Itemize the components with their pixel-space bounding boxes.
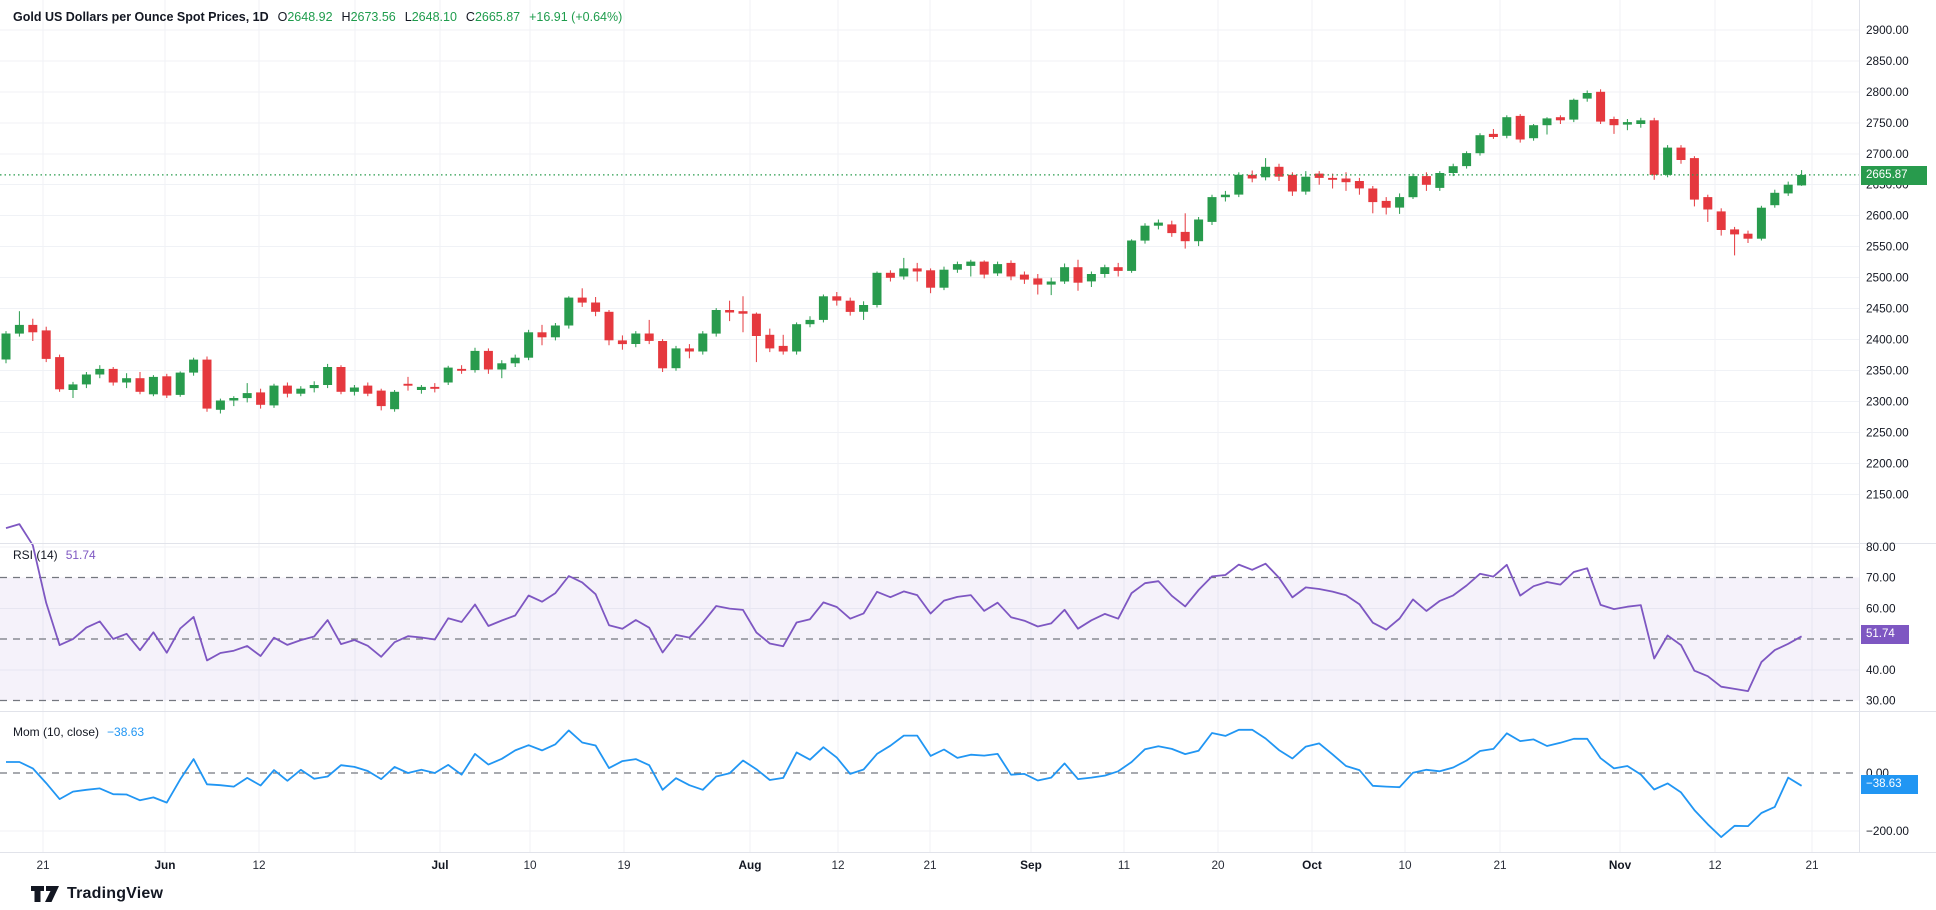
chart-canvas[interactable]: 2900.002850.002800.002750.002700.002650.… (0, 0, 1936, 910)
momentum-indicator-legend[interactable]: Mom (10, close) −38.63 (13, 725, 144, 740)
tradingview-logo-icon (30, 884, 60, 904)
price-axis[interactable] (1860, 0, 1936, 852)
momentum-line (6, 730, 1802, 837)
ohlc-low: L2648.10 (405, 9, 457, 25)
ohlc-high: H2673.56 (342, 9, 396, 25)
momentum-label: Mom (10, close) (13, 725, 99, 740)
rsi-label: RSI (14) (13, 548, 58, 563)
ohlc-open: O2648.92 (278, 9, 333, 25)
chart-window: 2900.002850.002800.002750.002700.002650.… (0, 0, 1936, 910)
pane-separators (0, 0, 1936, 853)
time-axis[interactable] (0, 852, 1936, 874)
rsi-indicator-legend[interactable]: RSI (14) 51.74 (13, 548, 96, 563)
symbol-title: Gold US Dollars per Ounce Spot Prices, 1… (13, 9, 269, 25)
tradingview-wordmark: TradingView (67, 885, 163, 903)
tradingview-attribution[interactable]: TradingView (30, 884, 163, 904)
grid-layer (0, 0, 1859, 852)
symbol-legend[interactable]: Gold US Dollars per Ounce Spot Prices, 1… (13, 9, 622, 25)
ohlc-close: C2665.87 (466, 9, 520, 25)
rsi-value: 51.74 (66, 548, 96, 563)
momentum-value: −38.63 (107, 725, 144, 740)
candles-layer (2, 89, 1807, 413)
change-value: +16.91 (+0.64%) (529, 9, 622, 25)
